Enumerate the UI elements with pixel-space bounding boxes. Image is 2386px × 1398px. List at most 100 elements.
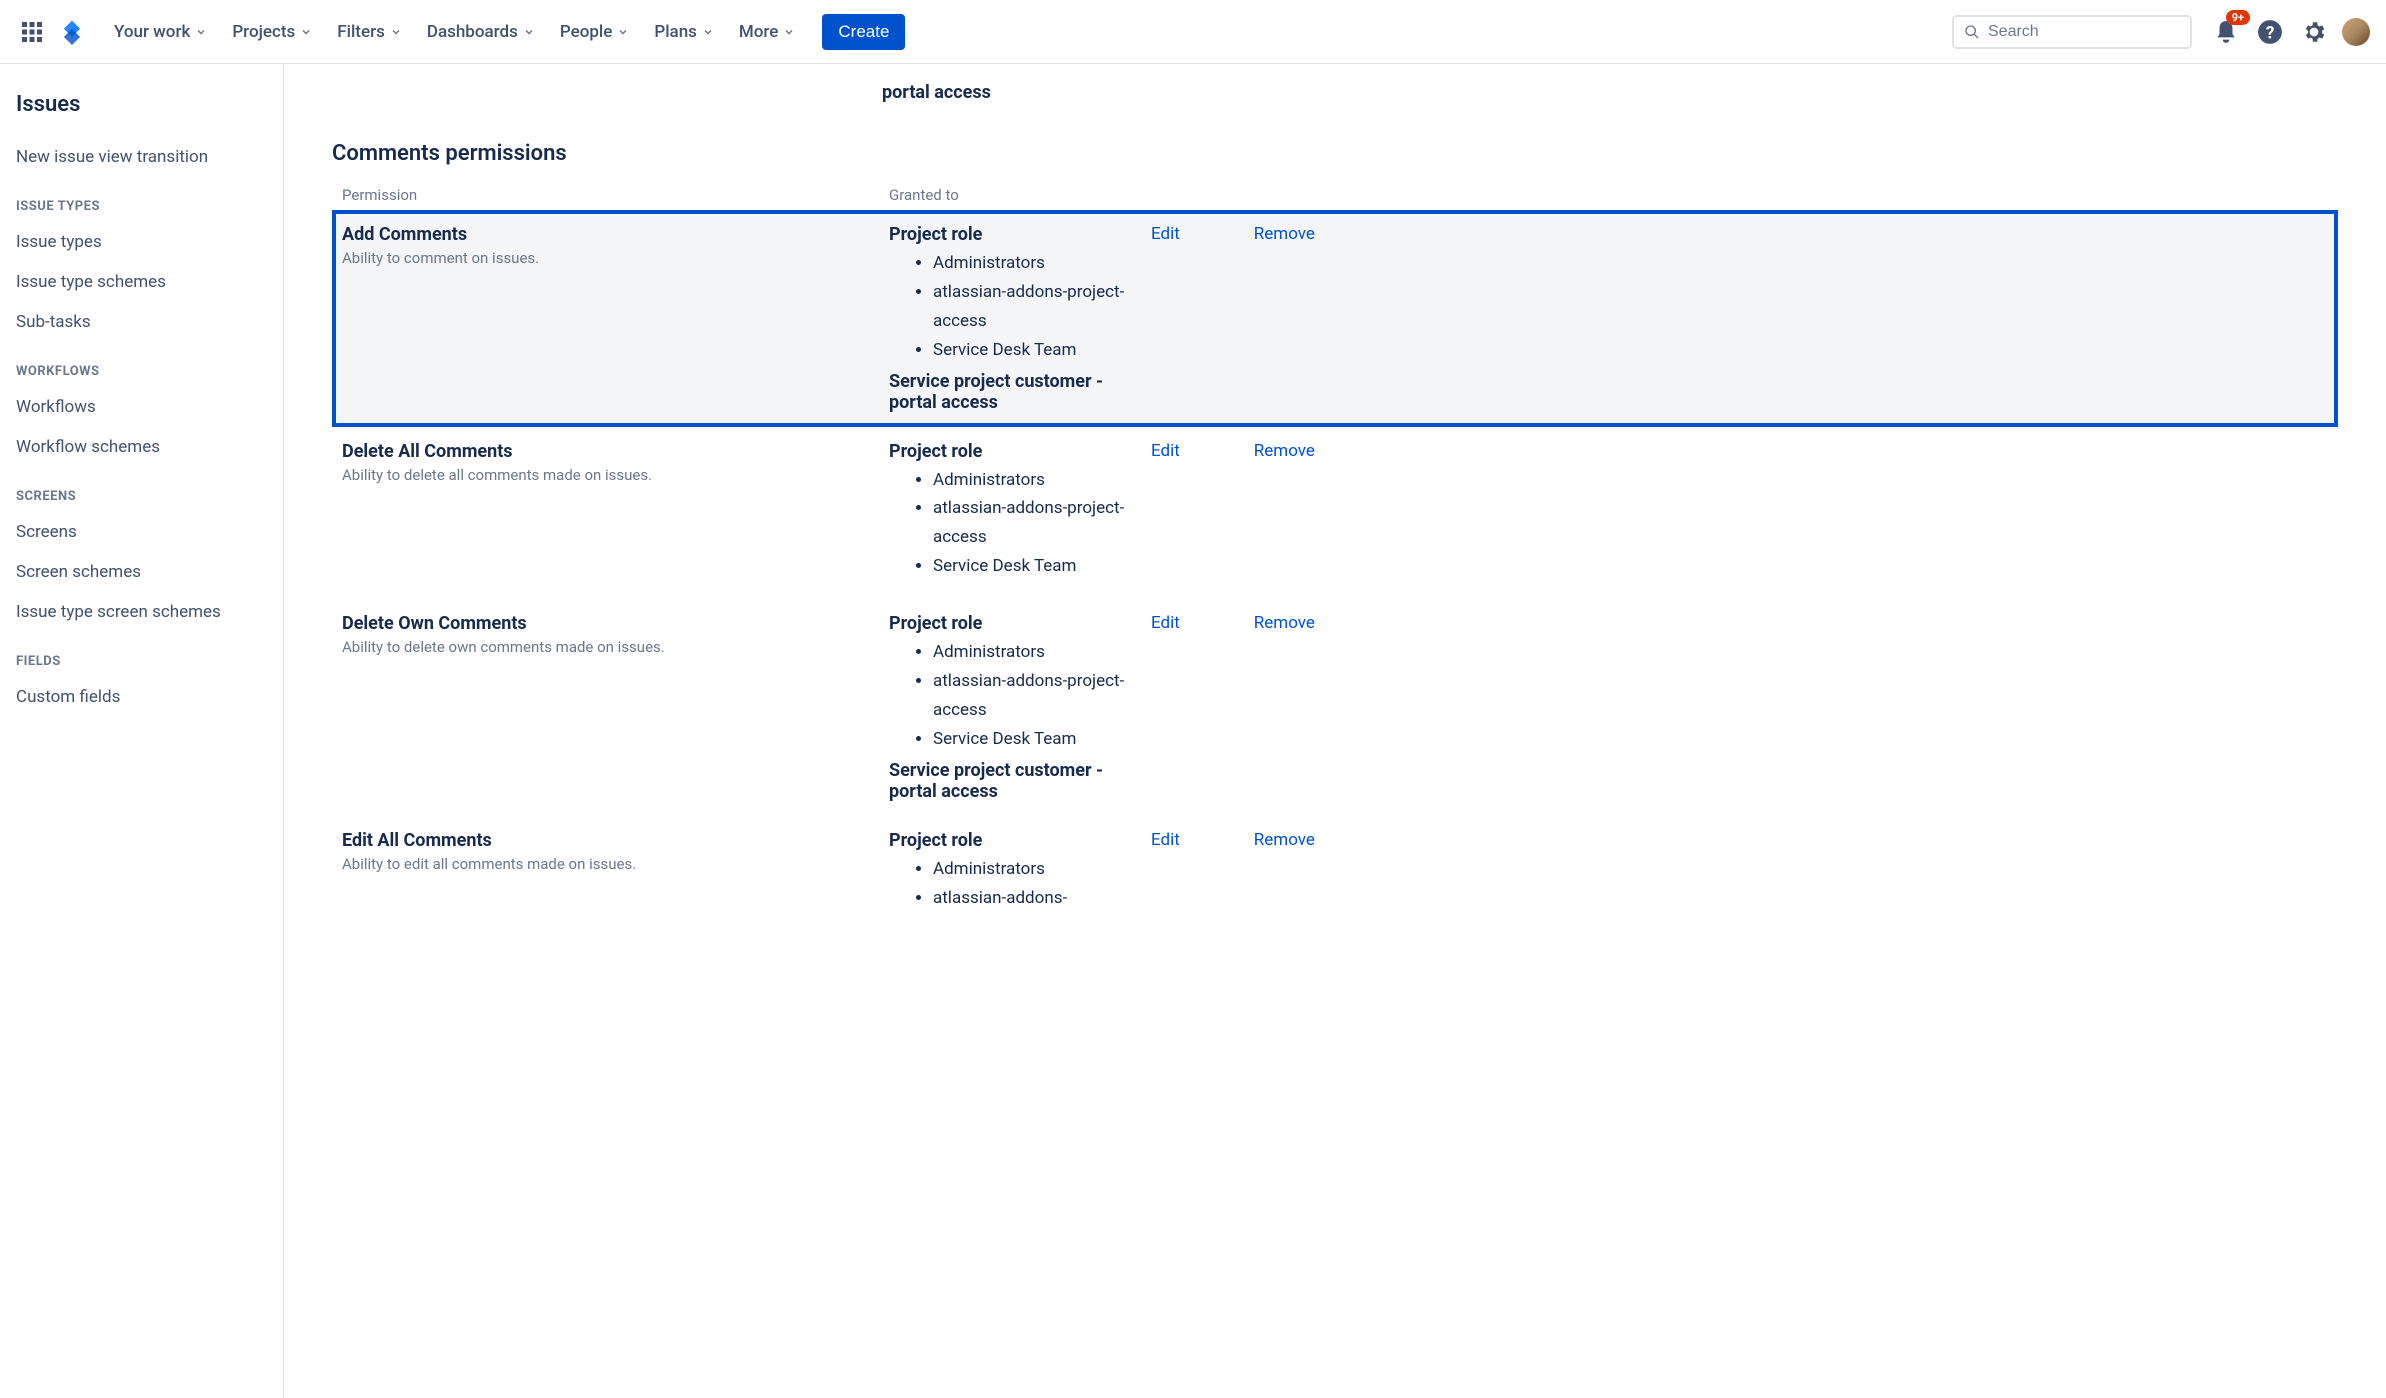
nav-items: Your work Projects Filters Dashboards People… <box>104 16 806 48</box>
remove-link[interactable]: Remove <box>1254 613 1315 802</box>
chevron-down-icon <box>616 25 630 39</box>
role-item: atlassian-addons- <box>933 884 1149 913</box>
role-item: atlassian-addons-project-access <box>933 667 1149 725</box>
role-item: Service Desk Team <box>933 336 1149 365</box>
nav-item-label: Your work <box>114 22 190 42</box>
sidebar-heading: SCREENS <box>0 467 283 512</box>
edit-link[interactable]: Edit <box>1151 224 1180 413</box>
top-nav: Your work Projects Filters Dashboards People… <box>0 0 2386 64</box>
sidebar-link-custom-fields[interactable]: Custom fields <box>0 677 283 717</box>
nav-item-label: People <box>560 22 613 42</box>
actions-cell: Edit Remove <box>1149 441 2328 586</box>
settings-icon[interactable] <box>2298 16 2330 48</box>
search-input[interactable] <box>1988 23 2180 41</box>
jira-logo-icon[interactable] <box>56 16 88 48</box>
chevron-down-icon <box>194 25 208 39</box>
permission-name: Edit All Comments <box>342 830 869 851</box>
actions-cell: Edit Remove <box>1149 224 2328 413</box>
sidebar: Issues New issue view transition ISSUE T… <box>0 64 284 1398</box>
nav-item-label: Plans <box>654 22 697 42</box>
svg-text:?: ? <box>2266 23 2275 43</box>
service-customer-label: Service project customer - portal access <box>889 371 1149 413</box>
table-header: Permission Granted to <box>332 180 2338 210</box>
permissions-table: Permission Granted to Add Comments Abilit… <box>332 180 2338 930</box>
role-item: Administrators <box>933 638 1149 667</box>
permission-name: Delete All Comments <box>342 441 869 462</box>
permission-desc: Ability to comment on issues. <box>342 249 869 267</box>
remove-link[interactable]: Remove <box>1254 224 1315 413</box>
edit-link[interactable]: Edit <box>1151 830 1180 917</box>
app-switcher-icon[interactable] <box>16 16 48 48</box>
header-granted: Granted to <box>889 186 2328 204</box>
permission-name: Delete Own Comments <box>342 613 869 634</box>
nav-icons: 9+ ? <box>2210 16 2370 48</box>
project-role-label: Project role <box>889 441 1149 462</box>
permission-name: Add Comments <box>342 224 869 245</box>
role-item: Service Desk Team <box>933 725 1149 754</box>
nav-item-people[interactable]: People <box>550 16 641 48</box>
sidebar-link-workflows[interactable]: Workflows <box>0 387 283 427</box>
permission-cell: Delete Own CommentsAbility to delete own… <box>342 613 889 802</box>
help-icon[interactable]: ? <box>2254 16 2286 48</box>
chevron-down-icon <box>782 25 796 39</box>
search-icon <box>1964 23 1980 41</box>
sidebar-link-sub-tasks[interactable]: Sub-tasks <box>0 302 283 342</box>
portal-access-fragment: portal access <box>332 64 2338 111</box>
nav-item-plans[interactable]: Plans <box>644 16 725 48</box>
sidebar-link-workflow-schemes[interactable]: Workflow schemes <box>0 427 283 467</box>
sidebar-link-new-issue-view-transition[interactable]: New issue view transition <box>0 137 283 177</box>
actions-cell: Edit Remove <box>1149 613 2328 802</box>
chevron-down-icon <box>522 25 536 39</box>
avatar[interactable] <box>2342 18 2370 46</box>
sidebar-title: Issues <box>0 84 283 137</box>
notifications-icon[interactable]: 9+ <box>2210 16 2242 48</box>
permission-cell: Delete All Comments Ability to delete all… <box>342 441 889 586</box>
permission-desc: Ability to delete all comments made on i… <box>342 466 869 484</box>
granted-cell: Project role Administratorsatlassian-addo… <box>889 830 1149 917</box>
section-title: Comments permissions <box>332 141 2338 166</box>
nav-item-dashboards[interactable]: Dashboards <box>417 16 546 48</box>
granted-cell: Project role Administratorsatlassian-addo… <box>889 613 1149 802</box>
granted-cell: Project role Administratorsatlassian-addo… <box>889 441 1149 586</box>
sidebar-link-issue-type-schemes[interactable]: Issue type schemes <box>0 262 283 302</box>
sidebar-link-issue-types[interactable]: Issue types <box>0 222 283 262</box>
sidebar-link-screens[interactable]: Screens <box>0 512 283 552</box>
sidebar-heading: WORKFLOWS <box>0 342 283 387</box>
sidebar-heading: ISSUE TYPES <box>0 177 283 222</box>
chevron-down-icon <box>389 25 403 39</box>
remove-link[interactable]: Remove <box>1254 830 1315 917</box>
main-layout: Issues New issue view transition ISSUE T… <box>0 64 2386 1398</box>
nav-item-label: More <box>739 22 778 42</box>
project-role-label: Project role <box>889 830 1149 851</box>
role-list: Administratorsatlassian-addons-project-a… <box>889 638 1149 754</box>
search-box[interactable] <box>1952 15 2192 49</box>
permission-row: Add Comments Ability to comment on issues… <box>332 210 2338 427</box>
remove-link[interactable]: Remove <box>1254 441 1315 586</box>
nav-item-filters[interactable]: Filters <box>327 16 413 48</box>
sidebar-heading: FIELDS <box>0 632 283 677</box>
role-item: atlassian-addons-project-access <box>933 494 1149 552</box>
nav-item-more[interactable]: More <box>729 16 806 48</box>
role-item: atlassian-addons-project-access <box>933 278 1149 336</box>
sidebar-link-issue-type-screen-schemes[interactable]: Issue type screen schemes <box>0 592 283 632</box>
granted-cell: Project role Administratorsatlassian-addo… <box>889 224 1149 413</box>
nav-item-label: Filters <box>337 22 385 42</box>
nav-item-your-work[interactable]: Your work <box>104 16 218 48</box>
chevron-down-icon <box>701 25 715 39</box>
nav-item-label: Projects <box>232 22 295 42</box>
header-permission: Permission <box>342 186 889 204</box>
project-role-label: Project role <box>889 224 1149 245</box>
notifications-badge: 9+ <box>2226 10 2250 25</box>
project-role-label: Project role <box>889 613 1149 634</box>
edit-link[interactable]: Edit <box>1151 613 1180 802</box>
role-item: Administrators <box>933 466 1149 495</box>
create-button[interactable]: Create <box>822 14 905 50</box>
permission-cell: Add Comments Ability to comment on issues… <box>342 224 889 413</box>
role-item: Administrators <box>933 855 1149 884</box>
role-item: Administrators <box>933 249 1149 278</box>
sidebar-link-screen-schemes[interactable]: Screen schemes <box>0 552 283 592</box>
nav-item-projects[interactable]: Projects <box>222 16 323 48</box>
permission-cell: Edit All CommentsAbility to edit all com… <box>342 830 889 917</box>
edit-link[interactable]: Edit <box>1151 441 1180 586</box>
role-list: Administratorsatlassian-addons-project-a… <box>889 466 1149 582</box>
